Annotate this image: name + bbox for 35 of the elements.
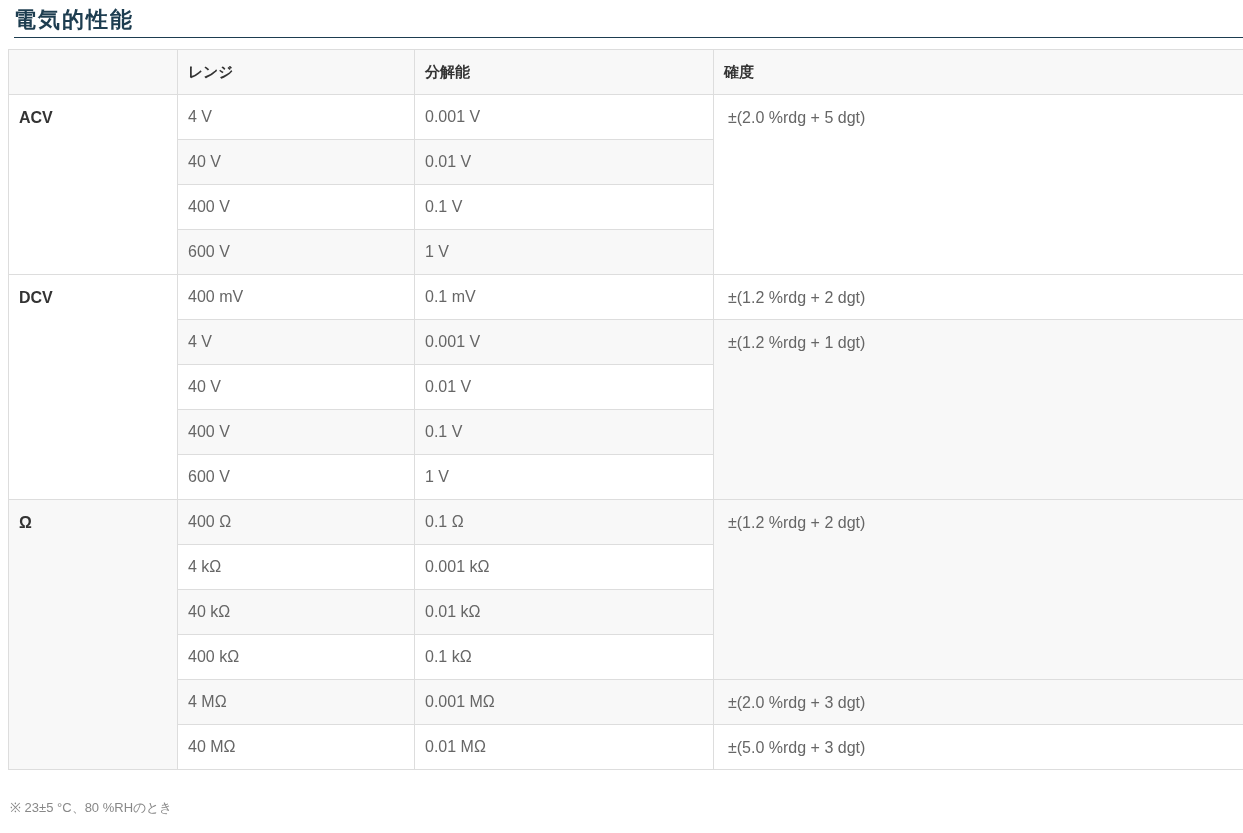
table-cell: ±(1.2 %rdg + 2 dgt) [728,514,866,531]
table-cell: 40 MΩ [177,724,415,770]
column-header: レンジ [188,63,233,80]
column-header: 確度 [724,63,754,80]
row-header: ACV [19,109,53,126]
table-cell: 40 V [177,139,415,185]
table-cell: 4 V [177,94,415,140]
footnote: ※ 23±5 °C、80 %RHのとき [10,799,174,817]
table-cell: 4 kΩ [177,544,415,590]
table-cell: 600 V [177,454,415,500]
row-header: DCV [19,289,53,306]
table-cell: 0.001 V [414,319,714,365]
table-cell: ±(5.0 %rdg + 3 dgt) [728,739,866,756]
table-cell: 0.1 Ω [414,499,714,545]
table-cell: ±(1.2 %rdg + 1 dgt) [728,334,866,351]
table-cell: ±(2.0 %rdg + 3 dgt) [728,694,866,711]
table-cell: 400 kΩ [177,634,415,680]
table-cell: ±(2.0 %rdg + 5 dgt) [728,109,866,126]
table-cell: 0.1 mV [414,274,714,320]
table-cell: 400 V [177,409,415,455]
table-cell: ±(1.2 %rdg + 2 dgt) [728,289,866,306]
table-cell: 0.001 MΩ [414,679,714,725]
table-cell: 400 mV [177,274,415,320]
table-cell: 40 V [177,364,415,410]
table-cell: 0.001 V [414,94,714,140]
table-cell: 400 Ω [177,499,415,545]
table-cell: 40 kΩ [177,589,415,635]
table-cell: 600 V [177,229,415,275]
table-cell: 400 V [177,184,415,230]
section-title: 電気的性能 [14,6,134,34]
row-header: Ω [19,514,32,531]
table-cell: 4 MΩ [177,679,415,725]
column-header: 分解能 [425,63,470,80]
table-cell: 4 V [177,319,415,365]
table-cell: 0.01 MΩ [414,724,714,770]
